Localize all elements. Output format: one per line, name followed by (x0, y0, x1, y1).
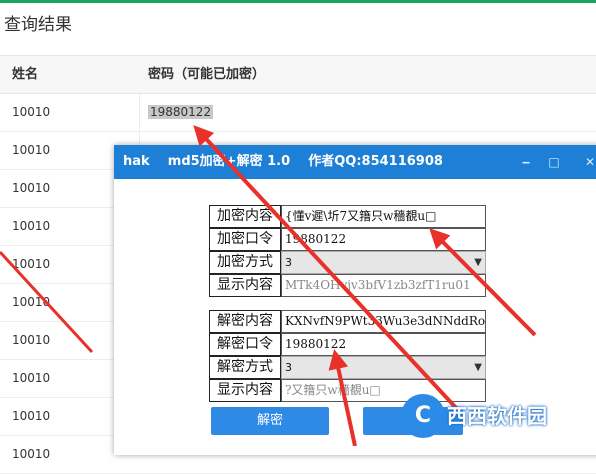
watermark-text: 西西软件园 (447, 404, 547, 428)
annotation-arrows (0, 125, 537, 446)
arrow-to-table-password (193, 125, 460, 412)
watermark-logo-icon: C (401, 394, 445, 438)
arrow-to-encrypt-password (429, 228, 537, 337)
watermark: C 西西软件园 (401, 394, 581, 440)
arrow-to-decrypt-password (328, 349, 357, 446)
arrow-left-edge (0, 250, 94, 354)
